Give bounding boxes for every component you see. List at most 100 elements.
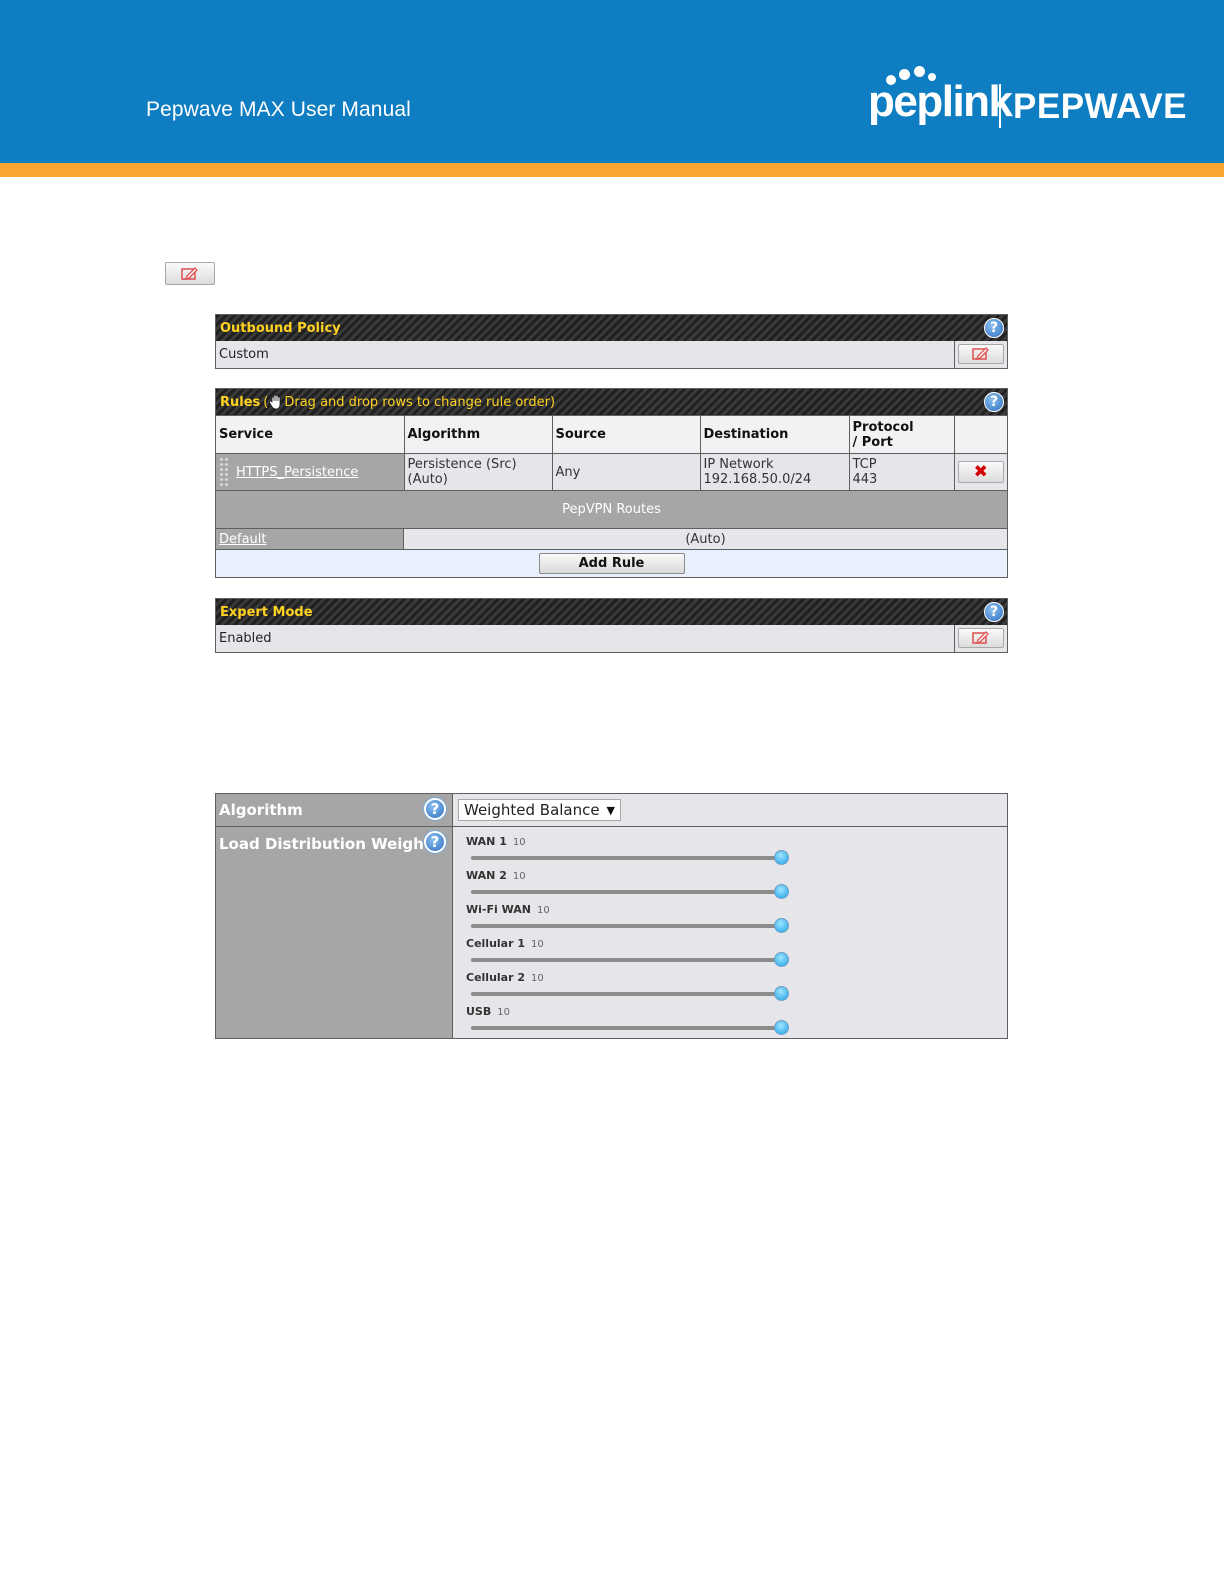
header-stripe [0, 163, 1224, 177]
pepvpn-routes-row: PepVPN Routes [216, 491, 1007, 529]
delete-rule-button[interactable]: ✖ [957, 461, 1004, 483]
slider-label: USB 10 [466, 1005, 510, 1018]
slider-thumb[interactable] [774, 952, 789, 967]
expert-mode-header: Expert Mode ? [216, 599, 1007, 625]
slider-track[interactable] [471, 890, 781, 894]
slider-thumb[interactable] [774, 1020, 789, 1035]
manual-title: Pepwave MAX User Manual [146, 98, 411, 121]
slider-thumb[interactable] [774, 850, 789, 865]
slider-track[interactable] [471, 1026, 781, 1030]
slider-label: Cellular 1 10 [466, 937, 544, 950]
slider-value: 10 [497, 1007, 510, 1018]
expert-mode-row: Enabled [216, 625, 1007, 652]
slider-thumb[interactable] [774, 986, 789, 1001]
column-header-algorithm: Algorithm [404, 415, 553, 454]
slider-value: 10 [512, 837, 526, 848]
brand-logo: peplink PEPWAVE [868, 62, 1188, 132]
default-rule-value: (Auto) [404, 529, 1007, 549]
header-banner: Pepwave MAX User Manual peplink PEPWAVE [0, 0, 1224, 163]
edit-icon [181, 266, 198, 280]
logo-peplink: peplink [868, 77, 1013, 126]
algorithm-row: Algorithm ? Weighted Balance ▼ [216, 794, 1007, 827]
weight-slider[interactable]: USB 10 [466, 1005, 796, 1039]
slider-thumb[interactable] [774, 918, 789, 933]
slider-fill [471, 924, 781, 928]
rules-panel: Rules ( Drag and drop rows to change rul… [215, 388, 1008, 578]
help-icon[interactable]: ? [984, 392, 1004, 412]
edit-icon [972, 631, 989, 645]
expert-mode-value: Enabled [216, 625, 954, 652]
rules-title: Rules [220, 394, 261, 410]
column-header-source: Source [552, 415, 701, 454]
rule-actions-cell: ✖ [954, 453, 1007, 491]
slider-track[interactable] [471, 924, 781, 928]
expert-mode-panel: Expert Mode ? Enabled [215, 598, 1008, 653]
slider-label: Cellular 2 10 [466, 971, 544, 984]
weight-slider[interactable]: Cellular 2 10 [466, 971, 796, 1005]
weight-slider[interactable]: Cellular 1 10 [466, 937, 796, 971]
weight-slider[interactable]: WAN 1 10 [466, 835, 796, 869]
add-rule-row: Add Rule [216, 550, 1007, 577]
column-header-service: Service [216, 415, 405, 454]
logo-pepwave: PEPWAVE [1013, 87, 1188, 126]
algorithm-label: Algorithm [219, 801, 303, 819]
outbound-policy-value: Custom [216, 341, 954, 368]
outbound-policy-panel: Outbound Policy ? Custom [215, 314, 1008, 369]
delete-icon: ✖ [973, 461, 988, 482]
slider-value: 10 [512, 871, 526, 882]
dropdown-arrow-icon: ▼ [606, 803, 615, 817]
drag-hand-icon [269, 394, 281, 410]
slider-value: 10 [536, 905, 550, 916]
slider-track[interactable] [471, 856, 781, 860]
slider-track[interactable] [471, 992, 781, 996]
rules-header: Rules ( Drag and drop rows to change rul… [216, 389, 1007, 415]
load-distribution-row: Load Distribution Weight ? WAN 1 10 WAN 21… [216, 827, 1007, 1038]
slider-fill [471, 992, 781, 996]
rule-service-link[interactable]: HTTPS_Persistence [236, 465, 358, 480]
rules-table: Service Algorithm Source Destination Pro… [216, 415, 1007, 491]
weight-slider[interactable]: Wi-Fi WAN 10 [466, 903, 796, 937]
edit-icon [972, 347, 989, 361]
edit-expert-mode-button[interactable] [958, 628, 1004, 648]
help-icon[interactable]: ? [424, 831, 446, 853]
column-header-destination: Destination [700, 415, 850, 454]
slider-track[interactable] [471, 958, 781, 962]
column-header-protocol-port: Protocol / Port [849, 415, 955, 454]
slider-label: Wi-Fi WAN 10 [466, 903, 550, 916]
slider-fill [471, 958, 781, 962]
edit-button[interactable] [165, 262, 215, 285]
outbound-policy-row: Custom [216, 341, 1007, 368]
rule-algorithm-cell: Persistence (Src) (Auto) [404, 453, 553, 491]
slider-label: WAN 2 10 [466, 869, 526, 882]
rule-protocol-cell: TCP 443 [849, 453, 955, 491]
table-row[interactable]: HTTPS_Persistence Persistence (Src) (Auto… [216, 453, 1007, 491]
drag-handle-icon[interactable] [219, 457, 229, 488]
slider-fill [471, 856, 781, 860]
rule-source-cell: Any [552, 453, 701, 491]
default-rule-link[interactable]: Default [219, 532, 267, 547]
help-icon[interactable]: ? [984, 602, 1004, 622]
add-rule-button[interactable]: Add Rule [538, 553, 685, 574]
load-distribution-sliders: WAN 1 10 WAN 2 10 Wi-Fi WAN 10 Cellular 1 10 Cel… [453, 827, 1007, 1038]
slider-fill [471, 1026, 781, 1030]
slider-label: WAN 1 10 [466, 835, 526, 848]
algorithm-panel: Algorithm ? Weighted Balance ▼ Load Dist… [215, 793, 1008, 1039]
outbound-policy-header: Outbound Policy ? [216, 315, 1007, 341]
help-icon[interactable]: ? [984, 318, 1004, 338]
help-icon[interactable]: ? [424, 798, 446, 820]
rules-hint: Drag and drop rows to change rule order [284, 394, 551, 410]
default-rule-row: Default (Auto) [216, 529, 1007, 550]
rule-destination-cell: IP Network 192.168.50.0/24 [700, 453, 850, 491]
outbound-policy-title: Outbound Policy [220, 320, 341, 336]
slider-value: 10 [531, 973, 544, 984]
expert-mode-title: Expert Mode [220, 604, 313, 620]
weight-slider[interactable]: WAN 2 10 [466, 869, 796, 903]
edit-outbound-policy-button[interactable] [958, 344, 1004, 364]
algorithm-select[interactable]: Weighted Balance ▼ [458, 799, 621, 821]
slider-thumb[interactable] [774, 884, 789, 899]
rules-header-row: Service Algorithm Source Destination Pro… [216, 415, 1007, 454]
column-header-actions [954, 415, 1007, 454]
rule-service-cell: HTTPS_Persistence [216, 453, 405, 491]
logo-divider [999, 84, 1001, 128]
load-distribution-label: Load Distribution Weight [219, 835, 432, 853]
